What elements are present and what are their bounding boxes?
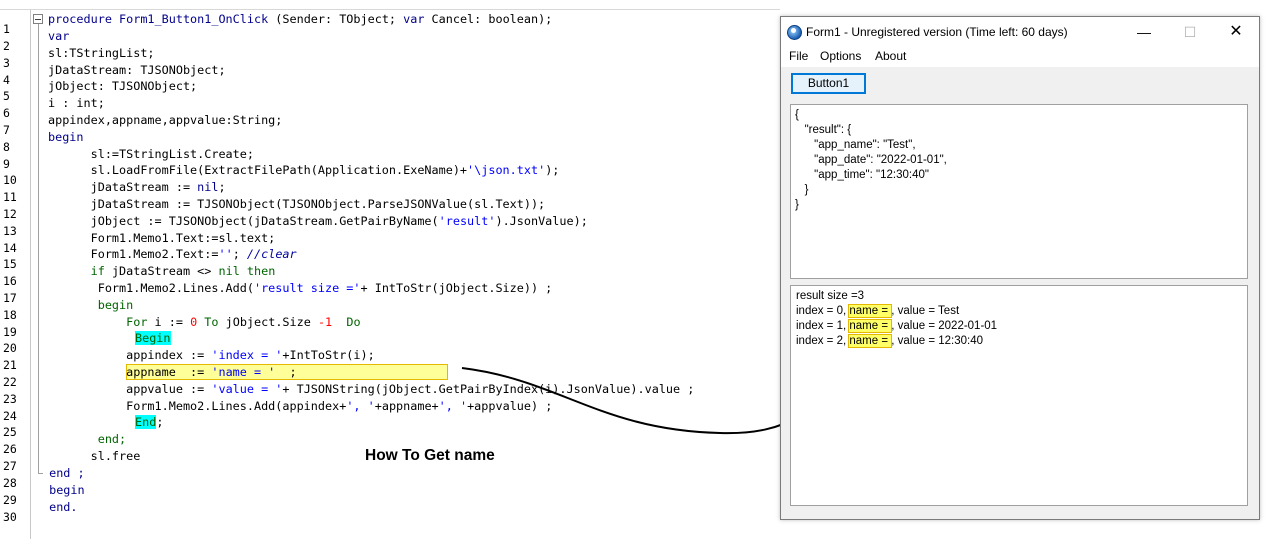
line-number: 13 — [3, 224, 17, 238]
code-line-30: end. — [42, 500, 78, 514]
code-line-9: sl:=TStringList.Create; — [48, 147, 254, 161]
line-number-gutter: 1 2 3 4 5 6 7 8 9 10 11 12 13 14 15 16 1… — [0, 10, 31, 539]
form-window[interactable]: Form1 - Unregistered version (Time left:… — [780, 16, 1260, 520]
code-line-13: jObject := TJSONObject(jDataStream.GetPa… — [48, 214, 588, 228]
menu-about[interactable]: About — [875, 49, 906, 63]
memo1-line: { — [795, 109, 799, 121]
line-number: 22 — [3, 375, 17, 389]
annotation-label: How To Get name — [365, 447, 495, 464]
code-line-25: End; — [135, 415, 164, 429]
line-number: 24 — [3, 409, 17, 423]
line-number: 26 — [3, 442, 17, 456]
code-line-6: i : int; — [48, 96, 105, 110]
memo2-row: index = 0, name = , value = Test — [796, 304, 960, 318]
memo1-line: "result": { — [795, 124, 852, 136]
line-number: 10 — [3, 173, 17, 187]
line-number: 14 — [3, 241, 17, 255]
line-number: 7 — [3, 123, 10, 137]
memo2-size-line: result size =3 — [796, 290, 865, 302]
code-line-11: jDataStream := nil; — [48, 180, 226, 194]
code-line-26: end; — [48, 432, 127, 446]
window-title: Form1 - Unregistered version (Time left:… — [806, 25, 1068, 39]
line-number: 23 — [3, 392, 17, 406]
memo1-line: } — [795, 199, 799, 211]
code-line-17: Form1.Memo2.Lines.Add('result size ='+ I… — [48, 281, 553, 295]
line-number: 17 — [3, 291, 17, 305]
code-line-20: Begin — [135, 331, 171, 345]
close-button[interactable]: ✕ — [1213, 17, 1259, 47]
code-line-5: jObject: TJSONObject; — [48, 79, 198, 93]
code-line-29: begin — [42, 483, 85, 497]
line-number: 8 — [3, 140, 10, 154]
line-number: 5 — [3, 89, 10, 103]
code-line-2: var — [48, 29, 70, 43]
line-number: 12 — [3, 207, 17, 221]
memo1-line: "app_name": "Test", — [795, 139, 916, 151]
line-number: 21 — [3, 358, 17, 372]
line-number: 18 — [3, 308, 17, 322]
memo2-row: index = 1, name = , value = 2022-01-01 — [796, 319, 998, 333]
code-line-23: appvalue := 'value = '+ TJSONString(jObj… — [48, 382, 695, 396]
code-line-15: Form1.Memo2.Text:=''; //clear — [48, 247, 297, 261]
menu-options[interactable]: Options — [820, 49, 861, 63]
code-line-4: jDataStream: TJSONObject; — [48, 63, 226, 77]
line-number: 20 — [3, 341, 17, 355]
memo1-textarea[interactable]: { "result": { "app_name": "Test", "app_d… — [790, 104, 1248, 279]
line-number: 4 — [3, 73, 10, 87]
code-line-1: procedure Form1_Button1_OnClick (Sender:… — [48, 12, 553, 26]
title-bar[interactable]: Form1 - Unregistered version (Time left:… — [781, 17, 1259, 47]
line-number: 16 — [3, 274, 17, 288]
line-number: 19 — [3, 325, 17, 339]
code-line-22: appname := 'name = ' ; — [48, 365, 297, 379]
line-number: 1 — [3, 22, 10, 36]
line-number: 3 — [3, 56, 10, 70]
code-line-8: begin — [48, 130, 84, 144]
minimize-button[interactable]: — — [1121, 17, 1167, 47]
app-icon — [787, 25, 802, 40]
memo2-row: index = 2, name = , value = 12:30:40 — [796, 334, 984, 348]
code-line-24: Form1.Memo2.Lines.Add(appindex+', '+appn… — [48, 399, 553, 413]
code-line-12: jDataStream := TJSONObject(TJSONObject.P… — [48, 197, 546, 211]
code-line-3: sl:TStringList; — [48, 46, 155, 60]
button1[interactable]: Button1 — [791, 73, 866, 94]
highlighted-name: name = — [848, 334, 893, 348]
code-line-27: sl.free — [48, 449, 141, 463]
code-line-19: For i := 0 To jObject.Size -1 Do — [126, 315, 361, 329]
memo1-line: } — [795, 184, 809, 196]
code-line-7: appindex,appname,appvalue:String; — [48, 113, 283, 127]
highlighted-name: name = — [848, 319, 893, 333]
line-number: 25 — [3, 425, 17, 439]
line-number: 9 — [3, 157, 10, 171]
maximize-button[interactable]: ☐ — [1167, 17, 1213, 47]
fold-guide-line — [38, 24, 39, 473]
line-number: 28 — [3, 476, 17, 490]
code-line-10: sl.LoadFromFile(ExtractFilePath(Applicat… — [48, 163, 560, 177]
fold-collapse-icon[interactable] — [33, 14, 43, 24]
code-line-21: appindex := 'index = '+IntToStr(i); — [48, 348, 375, 362]
memo1-line: "app_time": "12:30:40" — [795, 169, 929, 181]
line-number: 30 — [3, 510, 17, 524]
editor-top-rule — [0, 9, 780, 10]
code-line-14: Form1.Memo1.Text:=sl.text; — [48, 231, 276, 245]
memo2-textarea[interactable]: result size =3 index = 0, name = , value… — [790, 285, 1248, 506]
line-number: 2 — [3, 39, 10, 53]
line-number: 27 — [3, 459, 17, 473]
line-number: 15 — [3, 257, 17, 271]
line-number: 11 — [3, 190, 17, 204]
memo1-line: "app_date": "2022-01-01", — [795, 154, 947, 166]
highlighted-name: name = — [848, 304, 893, 318]
line-number: 29 — [3, 493, 17, 507]
code-line-28: end ; — [42, 466, 85, 480]
line-number: 6 — [3, 106, 10, 120]
code-line-18: begin — [48, 298, 134, 312]
menu-bar: File Options About — [781, 47, 1259, 67]
code-line-16: if jDataStream <> nil then — [90, 264, 276, 278]
menu-file[interactable]: File — [789, 49, 808, 63]
